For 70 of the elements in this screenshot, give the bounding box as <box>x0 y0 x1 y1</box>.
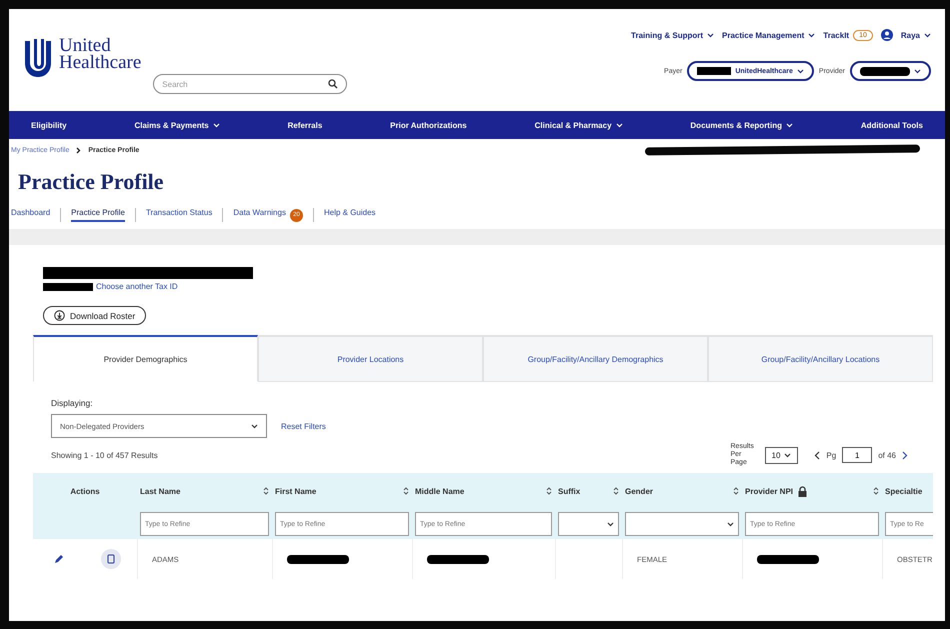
provider-dropdown[interactable] <box>850 61 931 81</box>
column-header[interactable]: Provider NPI <box>745 486 794 496</box>
caret-icon <box>212 122 220 128</box>
displaying-label: Displaying: <box>51 398 94 408</box>
section-tab[interactable]: Provider Locations <box>258 335 483 382</box>
previous-page-icon[interactable] <box>814 450 820 460</box>
redaction-mark <box>287 554 349 564</box>
column-header[interactable]: Gender <box>625 486 654 496</box>
caret-icon <box>727 522 734 526</box>
nav-item[interactable]: Additional Tools <box>860 120 923 130</box>
sort-icon[interactable] <box>873 486 879 496</box>
per-page-dropdown[interactable]: 10 <box>764 446 798 464</box>
sort-icon[interactable] <box>613 486 619 496</box>
column-header[interactable]: Suffix <box>558 486 580 496</box>
page-total: of 46 <box>878 450 896 460</box>
redaction-mark <box>757 554 819 564</box>
user-menu[interactable]: Raya <box>900 30 920 40</box>
section-tab[interactable]: Group/Facility/Ancillary Demographics <box>483 335 708 382</box>
column-header[interactable]: Last Name <box>140 486 180 496</box>
caret-icon <box>796 68 804 74</box>
page-title: Practice Profile <box>18 169 165 195</box>
sort-icon[interactable] <box>263 486 269 496</box>
chevron-right-icon <box>76 146 82 154</box>
sub-tab[interactable]: Practice Profile <box>71 208 125 222</box>
section-tab[interactable]: Provider Demographics <box>33 335 258 382</box>
caret-icon <box>924 32 931 38</box>
sub-tab[interactable]: Help & Guides <box>324 208 376 222</box>
caret-icon <box>784 452 792 458</box>
caret-icon <box>914 68 921 74</box>
column-header[interactable]: First Name <box>275 486 316 496</box>
nav-item[interactable]: Eligibility <box>31 120 67 130</box>
reset-filters-link[interactable]: Reset Filters <box>281 422 326 430</box>
caret-icon <box>251 424 258 428</box>
nav-item[interactable]: Documents & Reporting <box>690 120 793 130</box>
top-menu-link[interactable]: Training & Support <box>631 30 714 40</box>
caret-icon <box>616 122 623 128</box>
trackit-link[interactable]: TrackIt <box>823 30 850 40</box>
user-icon <box>880 29 893 41</box>
logo-wordmark[interactable]: United Healthcare <box>59 37 142 71</box>
page-number-field[interactable]: 1 <box>842 447 872 463</box>
sort-icon[interactable] <box>546 486 552 496</box>
download-icon <box>54 310 65 321</box>
column-filter-dropdown[interactable] <box>558 512 619 536</box>
nav-item[interactable]: Clinical & Pharmacy <box>534 120 623 130</box>
sub-tab[interactable]: Data Warnings <box>233 208 286 222</box>
nav-item[interactable]: Prior Authorizations <box>390 120 467 130</box>
sub-tab[interactable]: Dashboard <box>11 208 50 222</box>
document-icon[interactable] <box>101 549 121 569</box>
pencil-icon[interactable] <box>53 553 65 565</box>
sub-tab[interactable]: Transaction Status <box>146 208 212 222</box>
column-header[interactable]: Middle Name <box>415 486 464 496</box>
sort-icon[interactable] <box>733 486 739 496</box>
next-page-icon[interactable] <box>902 450 908 460</box>
redaction-mark <box>43 282 93 290</box>
column-filter-dropdown[interactable] <box>625 512 739 536</box>
column-header[interactable]: Specialtie <box>885 486 922 496</box>
download-roster-button[interactable]: Download Roster <box>43 306 146 325</box>
nav-item[interactable]: Claims & Payments <box>134 120 220 130</box>
caret-icon <box>607 522 614 526</box>
column-header: Actions <box>70 486 100 496</box>
redaction-mark <box>427 554 489 564</box>
results-summary: Showing 1 - 10 of 457 Results <box>51 450 158 460</box>
caret-icon <box>786 122 793 128</box>
search-icon <box>328 79 338 89</box>
nav-item[interactable]: Referrals <box>288 120 322 130</box>
section-tab[interactable]: Group/Facility/Ancillary Locations <box>708 335 933 382</box>
page-label: Pg <box>826 450 836 460</box>
top-menu-link[interactable]: Practice Management <box>722 30 816 40</box>
sort-icon[interactable] <box>403 486 409 496</box>
choose-tax-id-link[interactable]: Choose another Tax ID <box>96 282 178 291</box>
